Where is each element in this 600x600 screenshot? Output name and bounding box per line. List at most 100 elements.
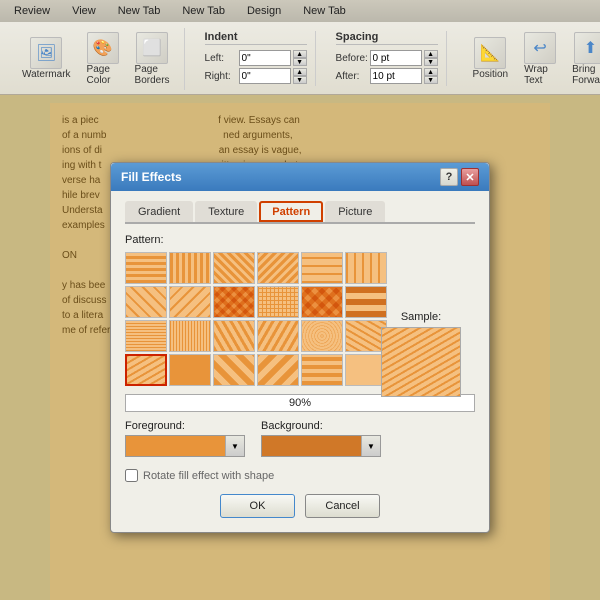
pattern-cell-5[interactable] bbox=[345, 252, 387, 284]
foreground-group: Foreground: ▼ bbox=[125, 420, 245, 457]
pattern-cell-13[interactable] bbox=[169, 320, 211, 352]
tab-newtab-2[interactable]: New Tab bbox=[172, 0, 235, 22]
rotate-checkbox-label: Rotate fill effect with shape bbox=[143, 470, 274, 482]
page-borders-label: Page Borders bbox=[135, 64, 170, 86]
pattern-cell-19[interactable] bbox=[169, 354, 211, 386]
indent-right-down[interactable]: ▼ bbox=[293, 76, 307, 84]
pattern-cell-15[interactable] bbox=[257, 320, 299, 352]
spacing-before-up[interactable]: ▲ bbox=[424, 50, 438, 58]
page-color-button[interactable]: 🎨 Page Color bbox=[81, 28, 125, 90]
indent-left-input[interactable] bbox=[239, 50, 291, 66]
spacing-after-down[interactable]: ▼ bbox=[424, 76, 438, 84]
pattern-cell-3[interactable] bbox=[257, 252, 299, 284]
spacing-before-down[interactable]: ▼ bbox=[424, 58, 438, 66]
indent-fields: Left: ▲ ▼ Right: ▲ ▼ bbox=[205, 50, 307, 86]
spacing-after-row: After: ▲ ▼ bbox=[336, 68, 438, 84]
ribbon-tabs: Review View New Tab New Tab Design New T… bbox=[0, 0, 600, 22]
pattern-cell-7[interactable] bbox=[169, 286, 211, 318]
watermark-button[interactable]: 🖼 Watermark bbox=[16, 33, 77, 84]
page-borders-button[interactable]: ⬜ Page Borders bbox=[129, 28, 176, 90]
tab-design[interactable]: Design bbox=[237, 0, 291, 22]
position-label: Position bbox=[473, 69, 509, 80]
watermark-icon: 🖼 bbox=[30, 37, 62, 69]
background-dropdown-arrow[interactable]: ▼ bbox=[362, 436, 380, 456]
indent-left-spinners: ▲ ▼ bbox=[293, 50, 307, 66]
pattern-cell-10[interactable] bbox=[301, 286, 343, 318]
tab-newtab-3[interactable]: New Tab bbox=[293, 0, 356, 22]
ribbon-group-spacing: Spacing Before: ▲ ▼ After: ▲ ▼ bbox=[328, 31, 447, 86]
indent-title: Indent bbox=[205, 31, 307, 45]
ribbon-arrange-buttons: 📐 Position ↩ Wrap Text ⬆ Bring Forward bbox=[467, 28, 600, 90]
spacing-before-label: Before: bbox=[336, 53, 368, 64]
dialog-title: Fill Effects bbox=[121, 170, 182, 184]
sample-area: Sample: bbox=[381, 311, 461, 397]
pattern-cell-6[interactable] bbox=[125, 286, 167, 318]
pattern-cell-12[interactable] bbox=[125, 320, 167, 352]
fg-bg-row: Foreground: ▼ Background: ▼ bbox=[125, 420, 475, 457]
tab-view[interactable]: View bbox=[62, 0, 106, 22]
pattern-cell-21[interactable] bbox=[257, 354, 299, 386]
dialog-titlebar: Fill Effects ? ✕ bbox=[111, 163, 489, 191]
document-area: is a piec f view. Essays can of a numb n… bbox=[0, 95, 600, 600]
dialog-buttons: OK Cancel bbox=[125, 494, 475, 518]
ok-button[interactable]: OK bbox=[220, 494, 295, 518]
wrap-text-label: Wrap Text bbox=[524, 64, 556, 86]
dialog-body: Gradient Texture Pattern Picture Pattern… bbox=[111, 191, 489, 532]
bring-forward-icon: ⬆ bbox=[574, 32, 600, 64]
indent-left-up[interactable]: ▲ bbox=[293, 50, 307, 58]
tab-texture[interactable]: Texture bbox=[195, 201, 257, 222]
indent-right-spinners: ▲ ▼ bbox=[293, 68, 307, 84]
pattern-cell-9[interactable] bbox=[257, 286, 299, 318]
pattern-cell-4[interactable] bbox=[301, 252, 343, 284]
pattern-cell-22[interactable] bbox=[301, 354, 343, 386]
dialog-overlay: Fill Effects ? ✕ Gradient Texture Patter… bbox=[0, 95, 600, 600]
background-group: Background: ▼ bbox=[261, 420, 381, 457]
tab-pattern[interactable]: Pattern bbox=[259, 201, 323, 222]
pattern-cell-0[interactable] bbox=[125, 252, 167, 284]
bring-forward-button[interactable]: ⬆ Bring Forward bbox=[566, 28, 600, 90]
pattern-cell-14[interactable] bbox=[213, 320, 255, 352]
sample-label: Sample: bbox=[381, 311, 461, 323]
spacing-after-up[interactable]: ▲ bbox=[424, 68, 438, 76]
dialog-help-button[interactable]: ? bbox=[440, 168, 458, 186]
position-icon: 📐 bbox=[474, 37, 506, 69]
indent-right-input[interactable] bbox=[239, 68, 291, 84]
tab-review[interactable]: Review bbox=[4, 0, 60, 22]
spacing-before-row: Before: ▲ ▼ bbox=[336, 50, 438, 66]
ribbon: Review View New Tab New Tab Design New T… bbox=[0, 0, 600, 95]
spacing-before-input[interactable] bbox=[370, 50, 422, 66]
pattern-cell-18[interactable] bbox=[125, 354, 167, 386]
dialog-close-button[interactable]: ✕ bbox=[461, 168, 479, 186]
ribbon-page-buttons: 🖼 Watermark 🎨 Page Color ⬜ Page Borders bbox=[16, 28, 176, 90]
position-button[interactable]: 📐 Position bbox=[467, 33, 515, 84]
fill-effects-dialog: Fill Effects ? ✕ Gradient Texture Patter… bbox=[110, 162, 490, 533]
pattern-cell-2[interactable] bbox=[213, 252, 255, 284]
pattern-cell-8[interactable] bbox=[213, 286, 255, 318]
indent-right-up[interactable]: ▲ bbox=[293, 68, 307, 76]
wrap-text-button[interactable]: ↩ Wrap Text bbox=[518, 28, 562, 90]
fg-bg-sample-area: Foreground: ▼ Background: ▼ bbox=[125, 420, 475, 457]
background-label: Background: bbox=[261, 420, 381, 432]
cancel-button[interactable]: Cancel bbox=[305, 494, 380, 518]
ribbon-group-page: 🖼 Watermark 🎨 Page Color ⬜ Page Borders bbox=[8, 28, 185, 90]
foreground-dropdown[interactable]: ▼ bbox=[125, 435, 245, 457]
pattern-cell-1[interactable] bbox=[169, 252, 211, 284]
tab-picture[interactable]: Picture bbox=[325, 201, 385, 222]
indent-left-down[interactable]: ▼ bbox=[293, 58, 307, 66]
background-dropdown[interactable]: ▼ bbox=[261, 435, 381, 457]
sample-box bbox=[381, 327, 461, 397]
rotate-checkbox[interactable] bbox=[125, 469, 138, 482]
tab-gradient[interactable]: Gradient bbox=[125, 201, 193, 222]
ribbon-group-indent: Indent Left: ▲ ▼ Right: ▲ ▼ bbox=[197, 31, 316, 86]
spacing-after-input[interactable] bbox=[370, 68, 422, 84]
foreground-dropdown-arrow[interactable]: ▼ bbox=[226, 436, 244, 456]
tab-newtab-1[interactable]: New Tab bbox=[108, 0, 171, 22]
spacing-after-label: After: bbox=[336, 71, 368, 82]
dialog-titlebar-buttons: ? ✕ bbox=[440, 168, 479, 186]
pattern-cell-20[interactable] bbox=[213, 354, 255, 386]
wrap-text-icon: ↩ bbox=[524, 32, 556, 64]
dialog-tabs: Gradient Texture Pattern Picture bbox=[125, 201, 475, 224]
page-borders-icon: ⬜ bbox=[136, 32, 168, 64]
spacing-after-spinners: ▲ ▼ bbox=[424, 68, 438, 84]
pattern-cell-16[interactable] bbox=[301, 320, 343, 352]
